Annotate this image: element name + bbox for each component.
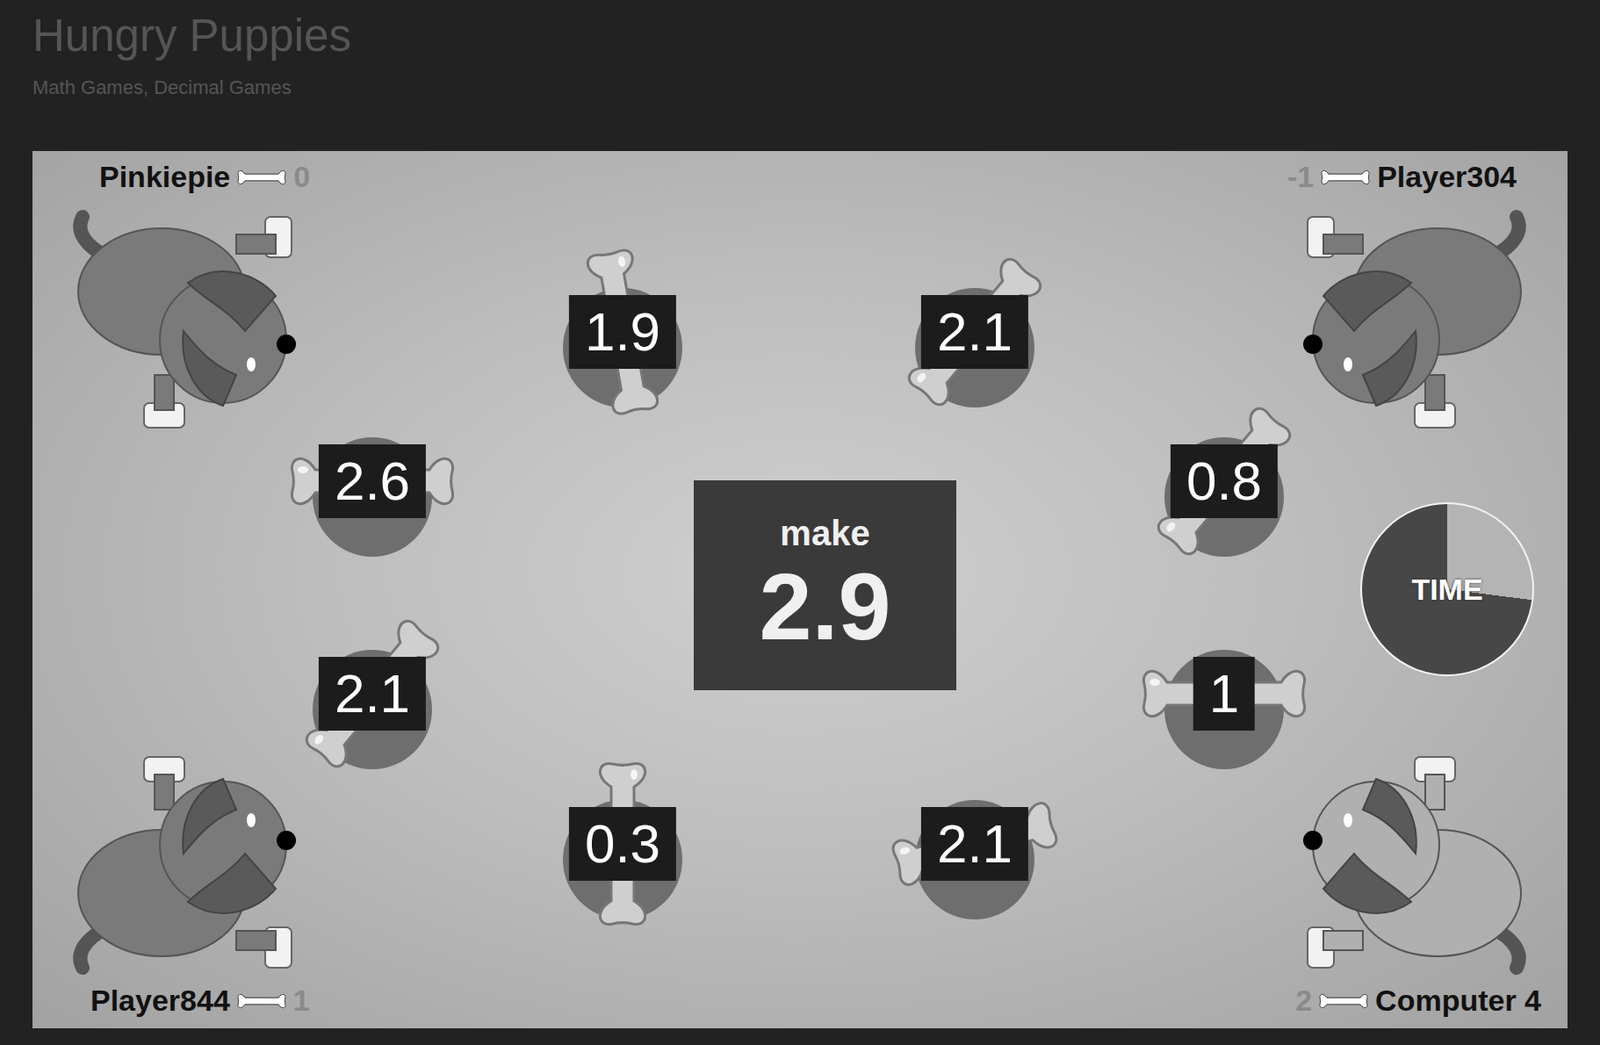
puppy-icon — [56, 739, 320, 986]
bone-value[interactable]: 2.1 — [921, 295, 1029, 369]
game-board[interactable]: Pinkiepie 0 Player304 -1 Player844 1 Computer … — [32, 151, 1568, 1029]
bone-value[interactable]: 2.6 — [318, 444, 426, 519]
timer-label: TIME — [1411, 572, 1483, 607]
bone-value[interactable]: 0.3 — [569, 807, 677, 881]
puppy-icon — [1279, 739, 1543, 986]
bone-value[interactable]: 2.1 — [318, 656, 426, 731]
bone-value[interactable]: 1.9 — [569, 295, 677, 369]
bone-value[interactable]: 2.1 — [921, 807, 1029, 881]
bone-icon — [237, 166, 287, 188]
player-score: 1 — [293, 983, 310, 1018]
timer: TIME — [1360, 502, 1535, 677]
bone-icon — [1318, 990, 1369, 1012]
puppy-icon — [56, 199, 320, 446]
target-box: make2.9 — [693, 480, 957, 691]
player-label: Pinkiepie 0 — [99, 159, 310, 195]
player-label: Computer 4 2 — [1295, 983, 1542, 1018]
bone-value[interactable]: 1 — [1193, 656, 1255, 731]
player-name: Computer 4 — [1375, 983, 1542, 1018]
bone-icon — [237, 990, 287, 1012]
bone-value[interactable]: 0.8 — [1170, 444, 1278, 519]
bone-icon — [237, 166, 287, 188]
target-label: make — [779, 511, 870, 555]
page-header: Hungry Puppies Math Games, Decimal Games — [0, 0, 1600, 152]
player-score: 2 — [1295, 983, 1312, 1018]
bone-icon — [1320, 166, 1370, 188]
bone-icon — [237, 990, 287, 1012]
player-name: Player844 — [90, 983, 231, 1018]
bone-icon — [1318, 990, 1369, 1012]
player-score: 0 — [293, 159, 310, 195]
player-label: Player304 -1 — [1287, 159, 1517, 195]
player-name: Pinkiepie — [99, 159, 231, 195]
player-score: -1 — [1287, 159, 1314, 195]
target-value: 2.9 — [758, 554, 891, 660]
player-label: Player844 1 — [90, 983, 310, 1018]
page-subtitle: Math Games, Decimal Games — [32, 75, 1568, 101]
puppy-icon — [1279, 199, 1543, 446]
bone-icon — [1320, 166, 1370, 188]
player-name: Player304 — [1376, 159, 1517, 195]
page-title: Hungry Puppies — [32, 8, 1568, 64]
